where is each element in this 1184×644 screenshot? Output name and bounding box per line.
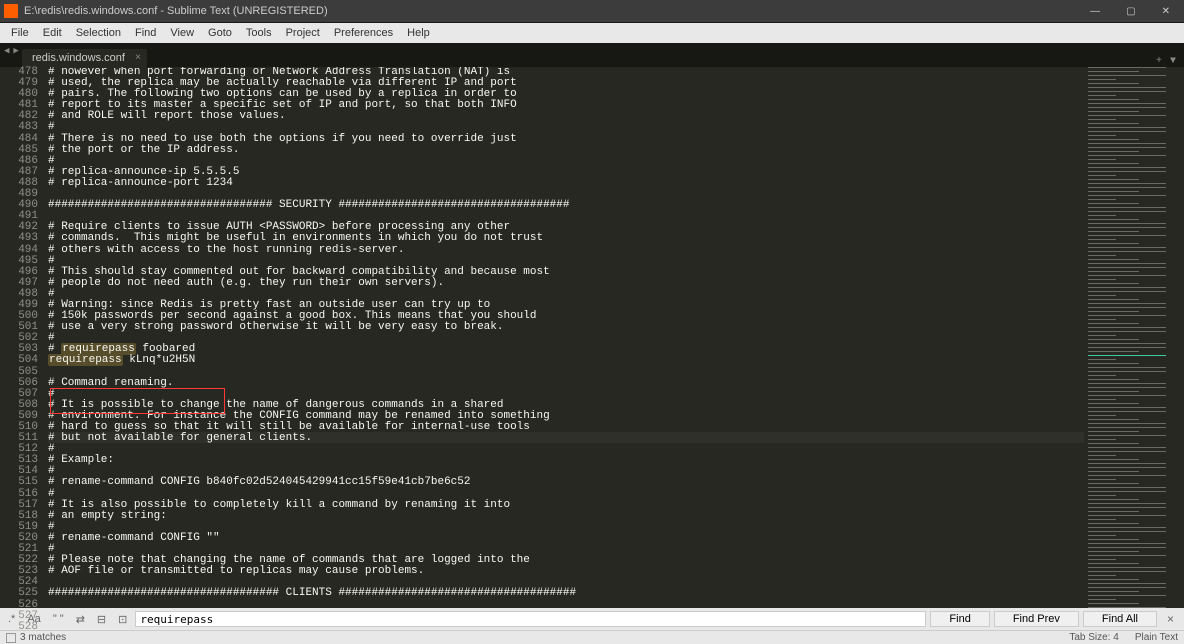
tab-file[interactable]: redis.windows.conf ×	[22, 49, 147, 67]
tab-close-icon[interactable]: ×	[135, 52, 141, 63]
nav-forward-icon[interactable]: ▶	[11, 46, 20, 56]
status-syntax[interactable]: Plain Text	[1135, 632, 1178, 643]
nav-arrows: ◀ ▶	[2, 46, 21, 56]
minimize-button[interactable]: —	[1086, 6, 1104, 17]
find-close-icon[interactable]: ×	[1161, 612, 1180, 626]
find-button[interactable]: Find	[930, 611, 989, 627]
window-controls: — ▢ ✕	[1086, 6, 1180, 17]
menu-bar: File Edit Selection Find View Goto Tools…	[0, 23, 1184, 43]
find-opt-wrap[interactable]: ⇄	[72, 612, 89, 627]
status-tabsize[interactable]: Tab Size: 4	[1069, 632, 1118, 643]
menu-goto[interactable]: Goto	[201, 25, 239, 41]
menu-edit[interactable]: Edit	[36, 25, 69, 41]
menu-project[interactable]: Project	[279, 25, 327, 41]
editor-area: 478 479 480 481 482 483 484 485 486 487 …	[0, 67, 1184, 608]
tab-label: redis.windows.conf	[32, 52, 125, 64]
menu-help[interactable]: Help	[400, 25, 437, 41]
new-tab-icon[interactable]: +	[1156, 56, 1162, 67]
find-opt-whole[interactable]: " "	[49, 612, 68, 626]
status-matches: 3 matches	[20, 632, 66, 643]
line-number-gutter: 478 479 480 481 482 483 484 485 486 487 …	[0, 67, 48, 608]
code-content[interactable]: # nowever when port forwarding or Networ…	[48, 67, 1084, 608]
tab-bar-right: + ▼	[1156, 56, 1184, 67]
find-opt-selection[interactable]: ⊟	[93, 612, 110, 627]
find-bar: .* Aa " " ⇄ ⊟ ⊡ Find Find Prev Find All …	[0, 608, 1184, 630]
menu-preferences[interactable]: Preferences	[327, 25, 400, 41]
window-title: E:\redis\redis.windows.conf - Sublime Te…	[24, 5, 1086, 17]
menu-file[interactable]: File	[4, 25, 36, 41]
menu-view[interactable]: View	[163, 25, 201, 41]
minimap-content	[1088, 67, 1180, 608]
menu-tools[interactable]: Tools	[239, 25, 279, 41]
status-checkbox-icon[interactable]	[6, 633, 16, 643]
find-all-button[interactable]: Find All	[1083, 611, 1157, 627]
status-bar: 3 matches Tab Size: 4 Plain Text	[0, 630, 1184, 644]
menu-find[interactable]: Find	[128, 25, 163, 41]
window-title-bar: E:\redis\redis.windows.conf - Sublime Te…	[0, 0, 1184, 23]
find-opt-regex[interactable]: .*	[4, 612, 19, 626]
menu-selection[interactable]: Selection	[69, 25, 128, 41]
find-prev-button[interactable]: Find Prev	[994, 611, 1079, 627]
close-button[interactable]: ✕	[1158, 6, 1174, 17]
app-icon	[4, 4, 18, 18]
tab-overflow-icon[interactable]: ▼	[1170, 56, 1176, 67]
minimap[interactable]	[1084, 67, 1184, 608]
find-input[interactable]	[135, 611, 926, 627]
find-opt-highlight[interactable]: ⊡	[114, 612, 131, 627]
nav-back-icon[interactable]: ◀	[2, 46, 11, 56]
tab-bar: redis.windows.conf × + ▼	[0, 43, 1184, 67]
maximize-button[interactable]: ▢	[1122, 6, 1139, 17]
